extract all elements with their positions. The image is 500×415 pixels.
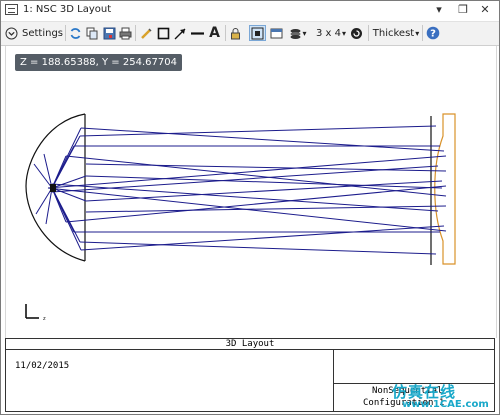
fit-view-icon (251, 27, 264, 39)
layers-icon (290, 28, 301, 39)
rotate-button[interactable] (349, 25, 364, 41)
caret-icon: ▾ (302, 28, 307, 38)
pencil-icon (141, 27, 152, 39)
close-icon[interactable]: ✕ (476, 2, 494, 18)
infobox-date: 11/02/2015 (15, 361, 70, 371)
save-button[interactable] (102, 25, 117, 41)
refresh-button[interactable] (68, 25, 83, 41)
ray-bundle (33, 125, 447, 255)
thickness-dropdown[interactable]: Thickest ▾ (372, 25, 420, 41)
infobox-title: 3D Layout (6, 339, 494, 350)
layers-dropdown[interactable]: ▾ (288, 25, 308, 41)
print-icon (119, 27, 132, 39)
help-icon: ? (426, 26, 440, 40)
settings-label: Settings (21, 27, 63, 39)
chevron-circle-icon (5, 27, 18, 39)
layout-grid-dropdown[interactable]: 3 x 4 ▾ (315, 25, 347, 41)
dropdown-icon[interactable]: ▾ (430, 2, 448, 18)
copy-icon (86, 27, 98, 39)
rectangle-icon (157, 27, 170, 39)
lens-outline (434, 113, 456, 265)
restore-icon[interactable]: ❐ (454, 2, 472, 18)
layout-plot-area[interactable]: z (5, 46, 497, 338)
pencil-button[interactable] (139, 25, 154, 41)
copy-button[interactable] (85, 25, 100, 41)
text-icon: A (209, 25, 220, 41)
window-icon (5, 4, 18, 15)
refresh-icon (70, 27, 81, 39)
window-layout-button[interactable] (269, 25, 284, 41)
rectangle-button[interactable] (156, 25, 171, 41)
text-button[interactable]: A (207, 25, 222, 41)
optical-layout-drawing: z (25, 113, 456, 322)
rotate-icon (351, 27, 362, 39)
svg-text:?: ? (430, 29, 436, 40)
arrow-button[interactable] (173, 25, 188, 41)
settings-button[interactable]: Settings (4, 25, 64, 41)
title-bar: 1: NSC 3D Layout ▾ ❐ ✕ (1, 1, 499, 20)
caret-icon: ▾ (415, 28, 420, 38)
nsc-3d-layout-window: 1: NSC 3D Layout ▾ ❐ ✕ Settings A ▾ 3 x … (0, 0, 500, 415)
line-icon (191, 31, 204, 35)
window-layout-icon (270, 28, 283, 38)
layout-grid-label: 3 x 4 (315, 27, 341, 39)
print-button[interactable] (118, 25, 133, 41)
help-button[interactable]: ? (425, 25, 441, 41)
coordinate-readout: Z = 188.65388, Y = 254.67704 (15, 54, 182, 71)
axis-indicator (25, 304, 39, 319)
fit-view-button[interactable] (249, 25, 266, 41)
save-icon (103, 27, 116, 39)
caret-icon: ▾ (341, 28, 346, 38)
lock-icon (231, 27, 240, 39)
line-button[interactable] (190, 25, 205, 41)
thickness-label: Thickest (372, 27, 415, 39)
window-title: 1: NSC 3D Layout (23, 4, 112, 15)
svg-text:z: z (43, 316, 46, 322)
watermark-url: www.1CAE.com (402, 399, 489, 410)
toolbar: Settings A ▾ 3 x 4 ▾ Thickest ▾ ? (1, 21, 499, 46)
light-source (50, 184, 56, 192)
arrow-icon (174, 28, 186, 39)
lock-button[interactable] (228, 25, 243, 41)
